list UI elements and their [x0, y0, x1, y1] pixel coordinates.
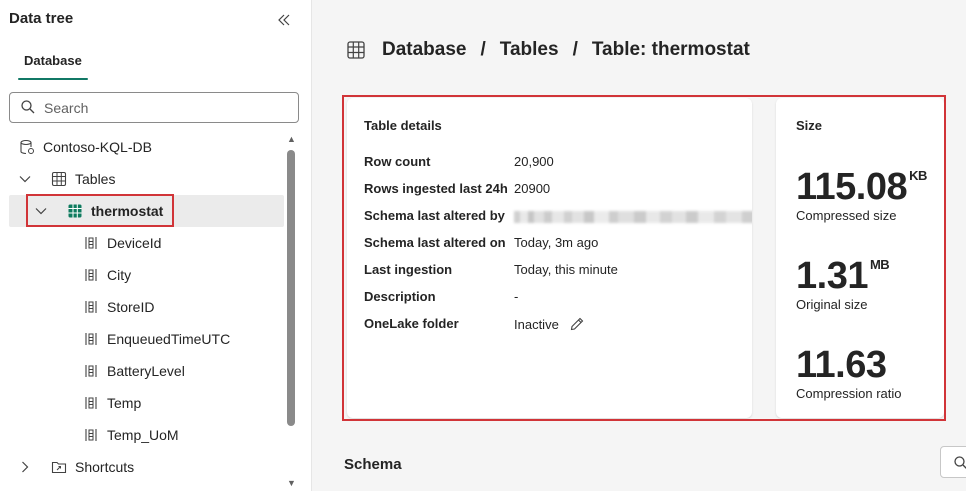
- tree-item-column[interactable]: EnqueuedTimeUTC: [0, 323, 284, 355]
- table-icon: [51, 171, 67, 187]
- tab-active-indicator: [18, 78, 88, 80]
- table-icon: [347, 41, 365, 59]
- tree-item-column[interactable]: BatteryLevel: [0, 355, 284, 387]
- search-icon: [21, 100, 35, 114]
- tree-item-column[interactable]: Temp_UoM: [0, 419, 284, 451]
- search-placeholder: Search: [44, 100, 89, 116]
- column-icon: [85, 269, 97, 281]
- scroll-down-arrow-icon[interactable]: ▼: [287, 478, 296, 488]
- tree-label: Contoso-KQL-DB: [43, 139, 152, 155]
- column-icon: [85, 333, 97, 345]
- tree-item-column[interactable]: DeviceId: [0, 227, 284, 259]
- tab-database[interactable]: Database: [18, 53, 88, 68]
- tree-label: StoreID: [107, 299, 155, 315]
- tree-scrollbar[interactable]: ▲ ▼: [286, 134, 296, 491]
- breadcrumb-tables[interactable]: Tables: [500, 39, 559, 61]
- double-chevron-left-icon: [278, 14, 290, 26]
- tree-item-column[interactable]: Temp: [0, 387, 284, 419]
- search-input[interactable]: Search: [9, 92, 299, 123]
- highlight-box: [342, 95, 946, 421]
- tree-label: Shortcuts: [75, 459, 135, 475]
- tree-item-column[interactable]: StoreID: [0, 291, 284, 323]
- column-icon: [85, 397, 97, 409]
- chevron-right-icon[interactable]: [18, 460, 32, 474]
- breadcrumb-database[interactable]: Database: [382, 39, 467, 61]
- breadcrumb-current-table: Table: thermostat: [591, 39, 750, 60]
- breadcrumb: Database / Tables / Table: thermostat: [346, 38, 750, 62]
- tree-label: BatteryLevel: [107, 363, 185, 379]
- tree-label: EnqueuedTimeUTC: [107, 331, 231, 347]
- collapse-panel-button[interactable]: [274, 12, 294, 32]
- column-icon: [85, 237, 97, 249]
- search-icon: [954, 456, 966, 469]
- tree-label: Temp: [107, 395, 142, 411]
- folder-shortcut-icon: [51, 461, 67, 474]
- schema-heading: Schema: [344, 456, 402, 473]
- column-icon: [85, 429, 97, 441]
- tree-item-shortcuts[interactable]: Shortcuts: [0, 451, 284, 483]
- breadcrumb-separator: /: [572, 39, 578, 60]
- column-icon: [85, 365, 97, 377]
- breadcrumb-separator: /: [480, 39, 486, 60]
- tree-label: City: [107, 267, 132, 283]
- tree-label: DeviceId: [107, 235, 162, 251]
- chevron-down-icon[interactable]: [18, 172, 32, 186]
- panel-title: Data tree: [9, 10, 74, 27]
- tree-label: Temp_UoM: [107, 427, 179, 443]
- highlight-box: [26, 194, 174, 227]
- database-icon: [20, 139, 34, 155]
- tree-label: Tables: [75, 171, 116, 187]
- schema-search-button[interactable]: [940, 446, 966, 478]
- column-icon: [85, 301, 97, 313]
- tree-item-tables[interactable]: Tables: [0, 163, 284, 195]
- tree-item-column[interactable]: City: [0, 259, 284, 291]
- scroll-thumb[interactable]: [287, 150, 295, 426]
- data-tree-panel: Data tree Database Search Contoso-KQL-DB…: [0, 0, 312, 491]
- scroll-up-arrow-icon[interactable]: ▲: [287, 134, 296, 144]
- tree-item-database[interactable]: Contoso-KQL-DB: [0, 131, 284, 163]
